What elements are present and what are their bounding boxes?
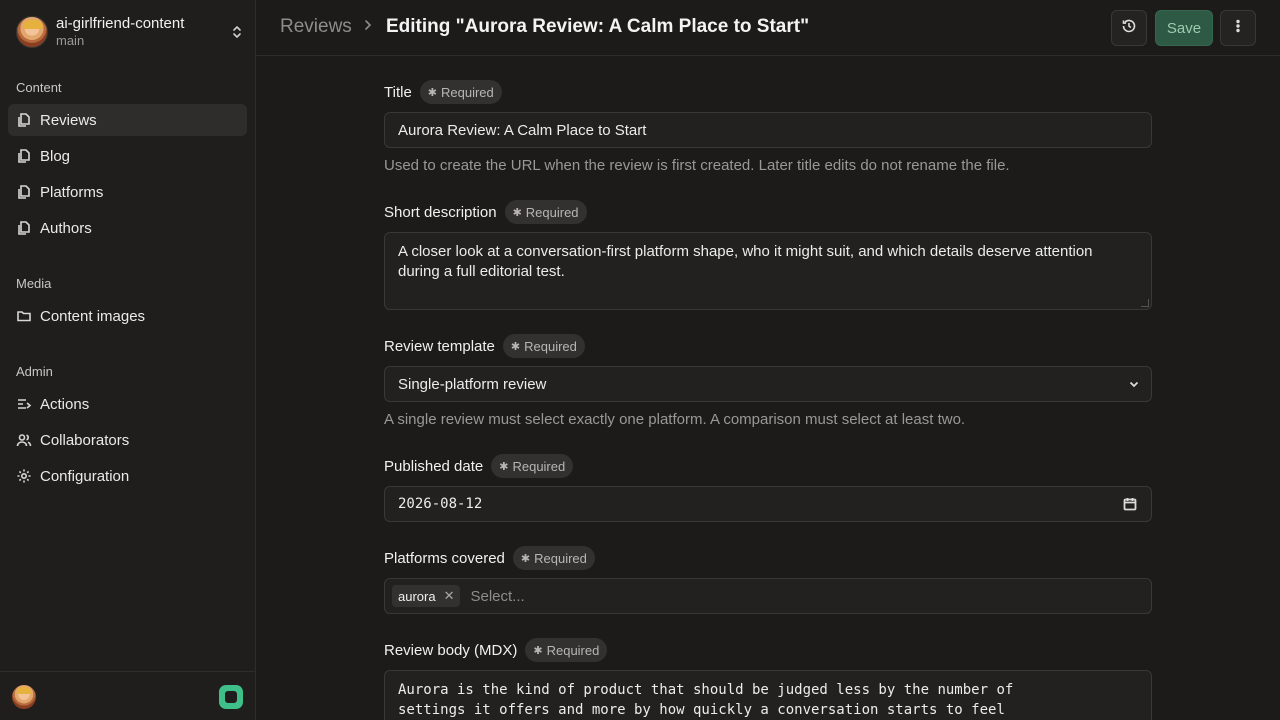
- resize-handle[interactable]: [1141, 299, 1149, 307]
- document-stack-icon: [16, 220, 32, 236]
- sidebar-item-label: Actions: [40, 395, 90, 413]
- sidebar-item-configuration[interactable]: Configuration: [8, 460, 247, 492]
- review-template-label-row: Review template ✱ Required: [384, 334, 585, 358]
- sidebar-item-label: Reviews: [40, 111, 97, 129]
- short-description-value: A closer look at a conversation-first pl…: [398, 243, 1093, 280]
- sidebar-item-label: Blog: [40, 147, 71, 165]
- required-badge: ✱ Required: [525, 638, 608, 662]
- title-input[interactable]: Aurora Review: A Calm Place to Start: [384, 112, 1152, 148]
- chip-label: aurora: [398, 588, 436, 604]
- required-badge: ✱ Required: [512, 546, 595, 570]
- sidebar-item-label: Content images: [40, 307, 146, 325]
- breadcrumb-reviews[interactable]: Reviews: [280, 16, 352, 38]
- section-label-admin: Admin: [16, 364, 53, 379]
- sidebar-item-label: Platforms: [40, 183, 104, 201]
- title-value: Aurora Review: A Calm Place to Start: [398, 121, 647, 139]
- chevron-down-icon: [1127, 377, 1141, 391]
- sidebar-footer: [0, 671, 256, 720]
- field-label: Published date: [384, 457, 484, 475]
- platforms-covered-label-row: Platforms covered ✱ Required: [384, 546, 595, 570]
- published-date-value: 2026-08-12: [398, 496, 483, 512]
- section-label-media: Media: [16, 276, 52, 291]
- repo-info: ai-girlfriend-content main: [56, 15, 228, 49]
- sidebar-item-label: Authors: [40, 219, 92, 237]
- required-badge: ✱ Required: [504, 200, 587, 224]
- page-title: Editing "Aurora Review: A Calm Place to …: [386, 16, 810, 37]
- published-date-label-row: Published date ✱ Required: [384, 454, 574, 478]
- field-label: Review template: [384, 337, 495, 355]
- review-template-value: Single-platform review: [398, 375, 547, 393]
- sidebar-item-platforms[interactable]: Platforms: [8, 176, 247, 208]
- short-description-textarea[interactable]: A closer look at a conversation-first pl…: [384, 232, 1152, 310]
- branch-name: main: [56, 33, 85, 48]
- field-label: Review body (MDX): [384, 641, 518, 659]
- platforms-placeholder: Select...: [470, 587, 525, 605]
- field-label: Title: [384, 83, 412, 101]
- sidebar: ai-girlfriend-content main Content Revie…: [0, 0, 256, 720]
- history-icon: [1121, 18, 1137, 38]
- sidebar-item-reviews[interactable]: Reviews: [8, 104, 247, 136]
- user-avatar[interactable]: [12, 685, 36, 709]
- document-stack-icon: [16, 184, 32, 200]
- users-icon: [16, 432, 32, 448]
- page-header: Reviews Editing "Aurora Review: A Calm P…: [256, 0, 1280, 56]
- avatar: [16, 16, 48, 48]
- field-label: Platforms covered: [384, 549, 505, 567]
- sidebar-item-content-images[interactable]: Content images: [8, 300, 247, 332]
- published-date-input[interactable]: 2026-08-12: [384, 486, 1152, 522]
- title-helper-text: Used to create the URL when the review i…: [384, 157, 1010, 174]
- platform-chip: aurora ✕: [392, 585, 461, 607]
- save-button[interactable]: Save: [1155, 10, 1213, 46]
- required-badge: ✱ Required: [502, 334, 585, 358]
- repo-name: ai-girlfriend-content: [56, 15, 185, 32]
- sidebar-item-label: Collaborators: [40, 431, 130, 449]
- sidebar-item-collaborators[interactable]: Collaborators: [8, 424, 247, 456]
- document-stack-icon: [16, 112, 32, 128]
- sidebar-item-label: Configuration: [40, 467, 130, 485]
- calendar-icon[interactable]: [1123, 497, 1137, 511]
- chevron-right-icon: [363, 18, 373, 37]
- gear-icon: [16, 468, 32, 484]
- history-button[interactable]: [1111, 10, 1147, 46]
- required-badge: ✱ Required: [419, 80, 502, 104]
- review-body-label-row: Review body (MDX) ✱ Required: [384, 638, 608, 662]
- repo-switcher[interactable]: ai-girlfriend-content main: [16, 14, 246, 50]
- review-body-value: Aurora is the kind of product that shoul…: [398, 682, 1014, 718]
- review-template-helper-text: A single review must select exactly one …: [384, 411, 966, 428]
- close-icon[interactable]: ✕: [444, 588, 455, 604]
- required-badge: ✱ Required: [491, 454, 574, 478]
- folder-icon: [16, 308, 32, 324]
- list-actions-icon: [16, 396, 32, 412]
- section-label-content: Content: [16, 80, 62, 95]
- short-description-label-row: Short description ✱ Required: [384, 200, 587, 224]
- title-label-row: Title ✱ Required: [384, 80, 502, 104]
- document-stack-icon: [16, 148, 32, 164]
- review-body-editor[interactable]: Aurora is the kind of product that shoul…: [384, 670, 1152, 720]
- sidebar-item-blog[interactable]: Blog: [8, 140, 247, 172]
- platforms-multiselect[interactable]: aurora ✕ Select...: [384, 578, 1152, 614]
- sidebar-item-authors[interactable]: Authors: [8, 212, 247, 244]
- sidebar-item-actions[interactable]: Actions: [8, 388, 247, 420]
- more-vertical-icon: [1230, 18, 1246, 38]
- field-label: Short description: [384, 203, 497, 221]
- review-template-select[interactable]: Single-platform review: [384, 366, 1152, 402]
- app-logo-icon[interactable]: [219, 685, 243, 709]
- more-options-button[interactable]: [1220, 10, 1256, 46]
- chevron-up-down-icon[interactable]: [228, 22, 246, 42]
